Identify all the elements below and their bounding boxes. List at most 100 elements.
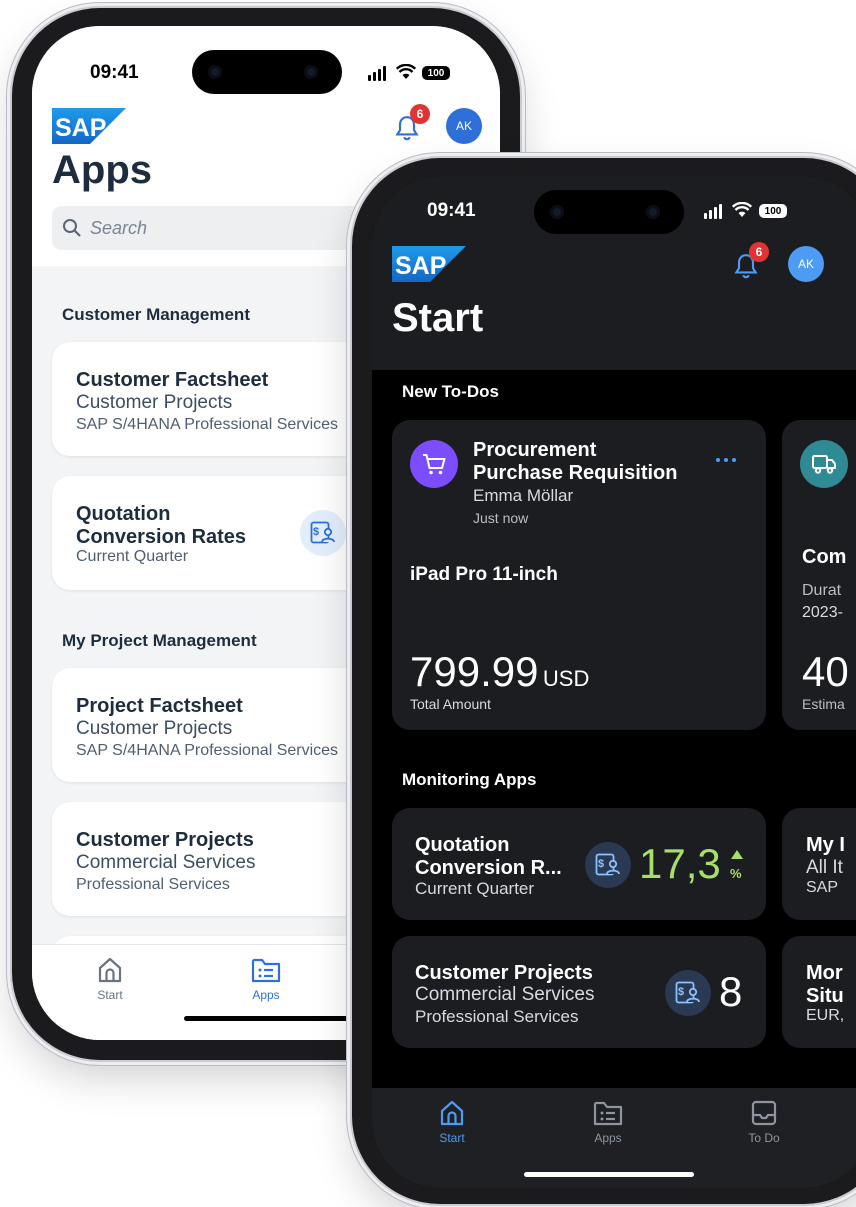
peek-line: Durat	[802, 582, 842, 599]
tab-label: Apps	[252, 988, 280, 1002]
cart-icon	[410, 440, 458, 488]
peek-line: All It	[806, 857, 843, 878]
peek-line: Mor	[806, 962, 843, 984]
svg-text:$: $	[598, 858, 604, 870]
monitoring-card-customer-projects[interactable]: Customer Projects Commercial Services Pr…	[392, 936, 766, 1048]
home-indicator	[184, 1016, 354, 1021]
todo-time: Just now	[473, 510, 529, 526]
quotation-icon: $	[300, 510, 346, 556]
notification-badge: 6	[749, 242, 769, 262]
todo-title: Purchase Requisition	[473, 462, 678, 484]
status-time: 09:41	[90, 62, 139, 83]
monitoring-card-peek-1[interactable]: My I All It SAP	[782, 808, 856, 920]
card-title: Customer Projects	[76, 829, 254, 851]
card-subtitle: Commercial Services	[415, 984, 595, 1005]
sensor-icon	[646, 205, 660, 219]
card-detail: Professional Services	[76, 876, 230, 893]
trend-up-icon	[731, 850, 743, 859]
peek-line: EUR,	[806, 1007, 845, 1024]
volume-down-button-front	[346, 456, 351, 532]
avatar[interactable]: AK	[446, 108, 482, 144]
card-title: Conversion R...	[415, 857, 562, 879]
kpi-value: 17,3	[639, 840, 721, 887]
peek-line: 2023-	[802, 604, 843, 621]
card-detail: SAP S/4HANA Professional Services	[76, 742, 339, 759]
amount-label: Total Amount	[410, 696, 491, 712]
todo-card[interactable]: Procurement Purchase Requisition Emma Mö…	[392, 420, 766, 730]
card-title: Project Factsheet	[76, 695, 243, 717]
apps-icon	[251, 958, 281, 983]
more-icon[interactable]	[714, 456, 738, 464]
wifi-icon	[396, 64, 416, 79]
card-detail: SAP S/4HANA Professional Services	[76, 416, 339, 433]
truck-icon	[800, 440, 848, 488]
side-button-front	[346, 546, 351, 622]
todo-person: Emma Möllar	[473, 486, 574, 505]
quotation-icon: $	[665, 970, 711, 1016]
peek-line: My I	[806, 834, 845, 856]
notification-badge: 6	[410, 104, 430, 124]
quotation-icon: $	[585, 842, 631, 888]
peek-value-label: Estima	[802, 696, 845, 712]
todo-title: Procurement	[473, 439, 597, 461]
svg-text:$: $	[313, 526, 319, 538]
tab-label: Start	[97, 988, 123, 1002]
tab-apps[interactable]: Apps	[568, 1098, 648, 1145]
dynamic-island	[534, 190, 684, 234]
signal-icon	[704, 204, 722, 219]
section-header: New To-Dos	[402, 382, 499, 401]
section-header: Customer Management	[62, 305, 250, 324]
card-subtitle: Customer Projects	[76, 392, 233, 413]
sap-logo: SAP	[392, 246, 466, 282]
todo-card-peek[interactable]: Com Durat 2023- 40 Estima	[782, 420, 856, 730]
svg-text:$: $	[678, 986, 684, 998]
card-subtitle: Current Quarter	[76, 548, 189, 565]
card-title: Quotation	[76, 503, 171, 525]
dynamic-island	[192, 50, 342, 94]
monitoring-card-peek-2[interactable]: Mor Situ EUR,	[782, 936, 856, 1048]
home-icon	[440, 1100, 464, 1126]
home-indicator	[524, 1172, 694, 1177]
tab-label: Start	[439, 1131, 465, 1145]
section-header: My Project Management	[62, 631, 257, 650]
section-header: Monitoring Apps	[402, 770, 537, 789]
tab-start[interactable]: Start	[70, 955, 150, 1002]
card-subtitle: Current Quarter	[415, 879, 535, 898]
sap-logo: SAP	[52, 108, 126, 144]
sap-logo-text: SAP	[55, 114, 106, 142]
card-title: Conversion Rates	[76, 526, 247, 548]
tab-apps[interactable]: Apps	[226, 955, 306, 1002]
tab-to-do[interactable]: To Do	[724, 1098, 804, 1145]
camera-icon	[208, 65, 222, 79]
page-title: Start	[392, 296, 484, 340]
search-icon	[63, 219, 81, 237]
sap-logo-text: SAP	[395, 252, 446, 280]
peek-title: Com	[802, 546, 847, 568]
page-title: Apps	[52, 148, 152, 192]
front-phone: 09:41 100 SAP 6 AK Start New To-Dos Proc…	[352, 158, 856, 1204]
monitoring-card-quotation[interactable]: Quotation Conversion R... Current Quarte…	[392, 808, 766, 920]
card-subtitle: Commercial Services	[76, 852, 256, 873]
apps-icon	[593, 1101, 623, 1126]
battery-indicator: 100	[759, 204, 787, 218]
peek-line: Situ	[806, 985, 844, 1007]
tab-start[interactable]: Start	[412, 1098, 492, 1145]
inbox-icon	[751, 1100, 777, 1126]
card-title: Customer Projects	[415, 962, 593, 984]
todo-amount: 799.99 USD	[410, 648, 589, 696]
status-time: 09:41	[427, 200, 476, 221]
amount-value: 799.99	[410, 648, 539, 695]
signal-icon	[368, 66, 386, 81]
wifi-icon	[732, 202, 752, 217]
search-placeholder: Search	[90, 217, 148, 238]
sensor-icon	[304, 65, 318, 79]
card-subtitle: Customer Projects	[76, 718, 233, 739]
volume-up-button-front	[346, 366, 351, 442]
peek-value: 40	[802, 648, 849, 695]
kpi-value: 8	[719, 968, 743, 1015]
amount-currency: USD	[542, 666, 590, 691]
avatar[interactable]: AK	[788, 246, 824, 282]
todo-item: iPad Pro 11-inch	[410, 564, 558, 585]
tab-label: To Do	[748, 1131, 780, 1145]
tab-label: Apps	[594, 1131, 622, 1145]
